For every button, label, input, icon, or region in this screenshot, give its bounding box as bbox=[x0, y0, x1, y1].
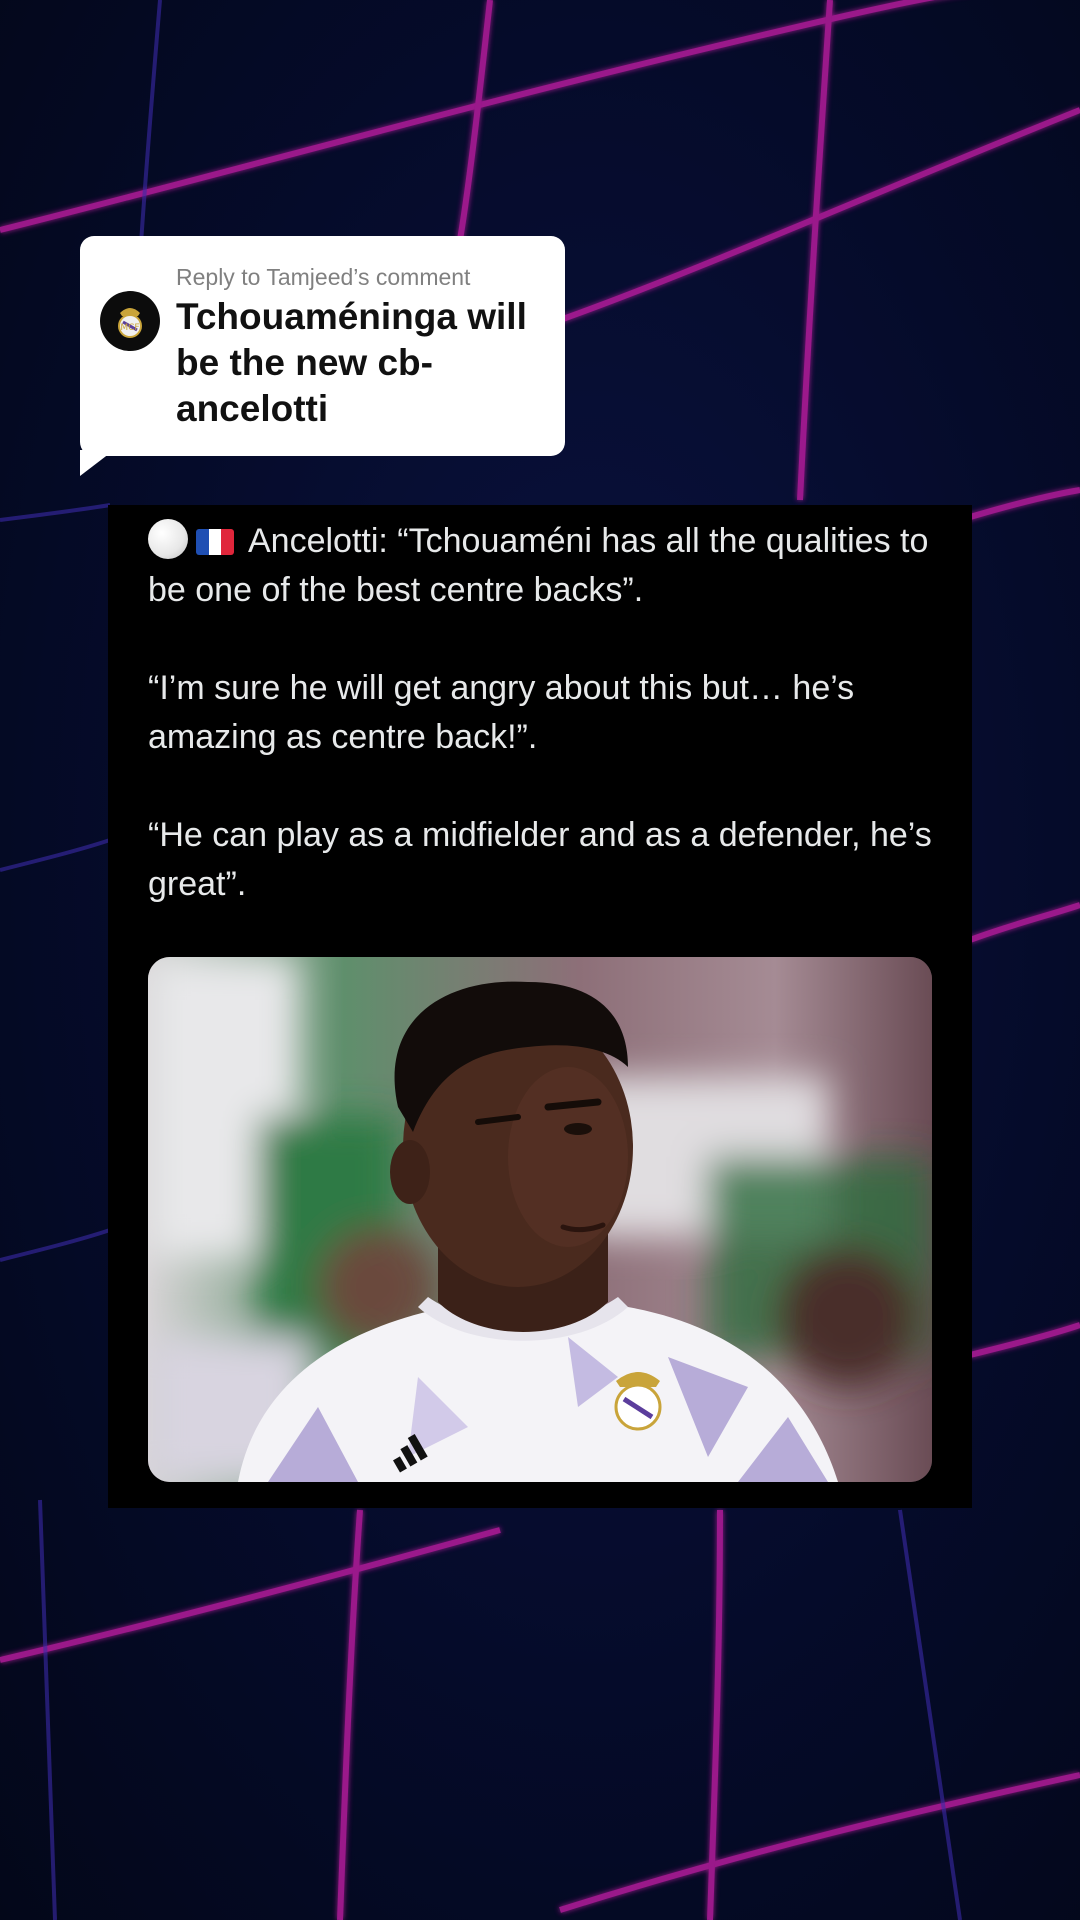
player-photo-illustration bbox=[148, 957, 932, 1482]
tweet-body: Ancelotti: “Tchouaméni has all the quali… bbox=[148, 517, 948, 958]
reply-comment-text: Tchouaméninga will be the new cb-ancelot… bbox=[176, 296, 527, 429]
tweet-paragraph-3: “He can play as a midfielder and as a de… bbox=[148, 816, 932, 903]
reply-bubble-tail bbox=[80, 450, 114, 476]
video-frame: MCF Reply to Tamjeed’s comment Tchouamén… bbox=[0, 0, 1080, 1920]
reply-comment-bubble[interactable]: MCF Reply to Tamjeed’s comment Tchouamén… bbox=[80, 236, 565, 456]
reply-header: Reply to Tamjeed’s comment bbox=[176, 264, 471, 290]
white-circle-icon bbox=[148, 519, 188, 559]
tweet-screenshot-card: Ancelotti: “Tchouaméni has all the quali… bbox=[108, 505, 972, 1508]
tweet-paragraph-2: “I’m sure he will get angry about this b… bbox=[148, 669, 855, 756]
tweet-paragraph-1: Ancelotti: “Tchouaméni has all the quali… bbox=[148, 517, 948, 615]
tweet-line-1: Ancelotti: “Tchouaméni has all the quali… bbox=[148, 522, 929, 609]
france-flag-icon bbox=[196, 529, 234, 555]
player-photo[interactable] bbox=[148, 957, 932, 1482]
real-madrid-crest-icon: MCF bbox=[100, 291, 160, 351]
svg-text:MCF: MCF bbox=[120, 323, 139, 333]
